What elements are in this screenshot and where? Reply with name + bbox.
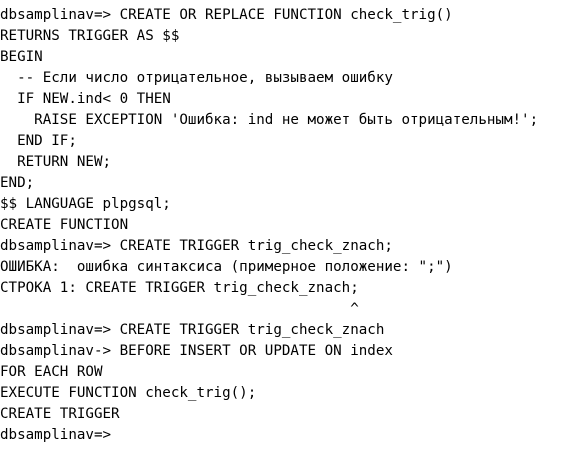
terminal-line: END IF; (0, 133, 77, 149)
terminal-line: FOR EACH ROW (0, 364, 103, 380)
terminal-line: dbsamplinav=> CREATE OR REPLACE FUNCTION… (0, 7, 453, 23)
terminal-line: dbsamplinav-> BEFORE INSERT OR UPDATE ON… (0, 343, 393, 359)
terminal-line: CREATE TRIGGER (0, 406, 120, 422)
terminal-output[interactable]: dbsamplinav=> CREATE OR REPLACE FUNCTION… (0, 5, 578, 449)
terminal-line: EXECUTE FUNCTION check_trig(); (0, 385, 257, 401)
terminal-line: RETURN NEW; (0, 154, 112, 170)
terminal-line: dbsamplinav=> CREATE TRIGGER trig_check_… (0, 322, 385, 338)
terminal-line: RAISE EXCEPTION 'Ошибка: ind не может бы… (0, 112, 539, 128)
terminal-line: dbsamplinav=> CREATE TRIGGER trig_check_… (0, 238, 393, 254)
terminal-line: -- Если число отрицательное, вызываем ош… (0, 70, 393, 86)
terminal-line: END; (0, 175, 35, 191)
terminal-line: RETURNS TRIGGER AS $$ (0, 28, 180, 44)
terminal-line: $$ LANGUAGE plpgsql; (0, 196, 171, 212)
terminal-error-line: ОШИБКА: ошибка синтаксиса (примерное пол… (0, 259, 453, 275)
terminal-line: IF NEW.ind< 0 THEN (0, 91, 171, 107)
terminal-prompt-line[interactable]: dbsamplinav=> (0, 425, 578, 446)
terminal-line: BEGIN (0, 49, 43, 65)
terminal-error-caret: ^ (0, 301, 359, 317)
terminal-line: CREATE FUNCTION (0, 217, 129, 233)
terminal-error-line: СТРОКА 1: CREATE TRIGGER trig_check_znac… (0, 280, 359, 296)
